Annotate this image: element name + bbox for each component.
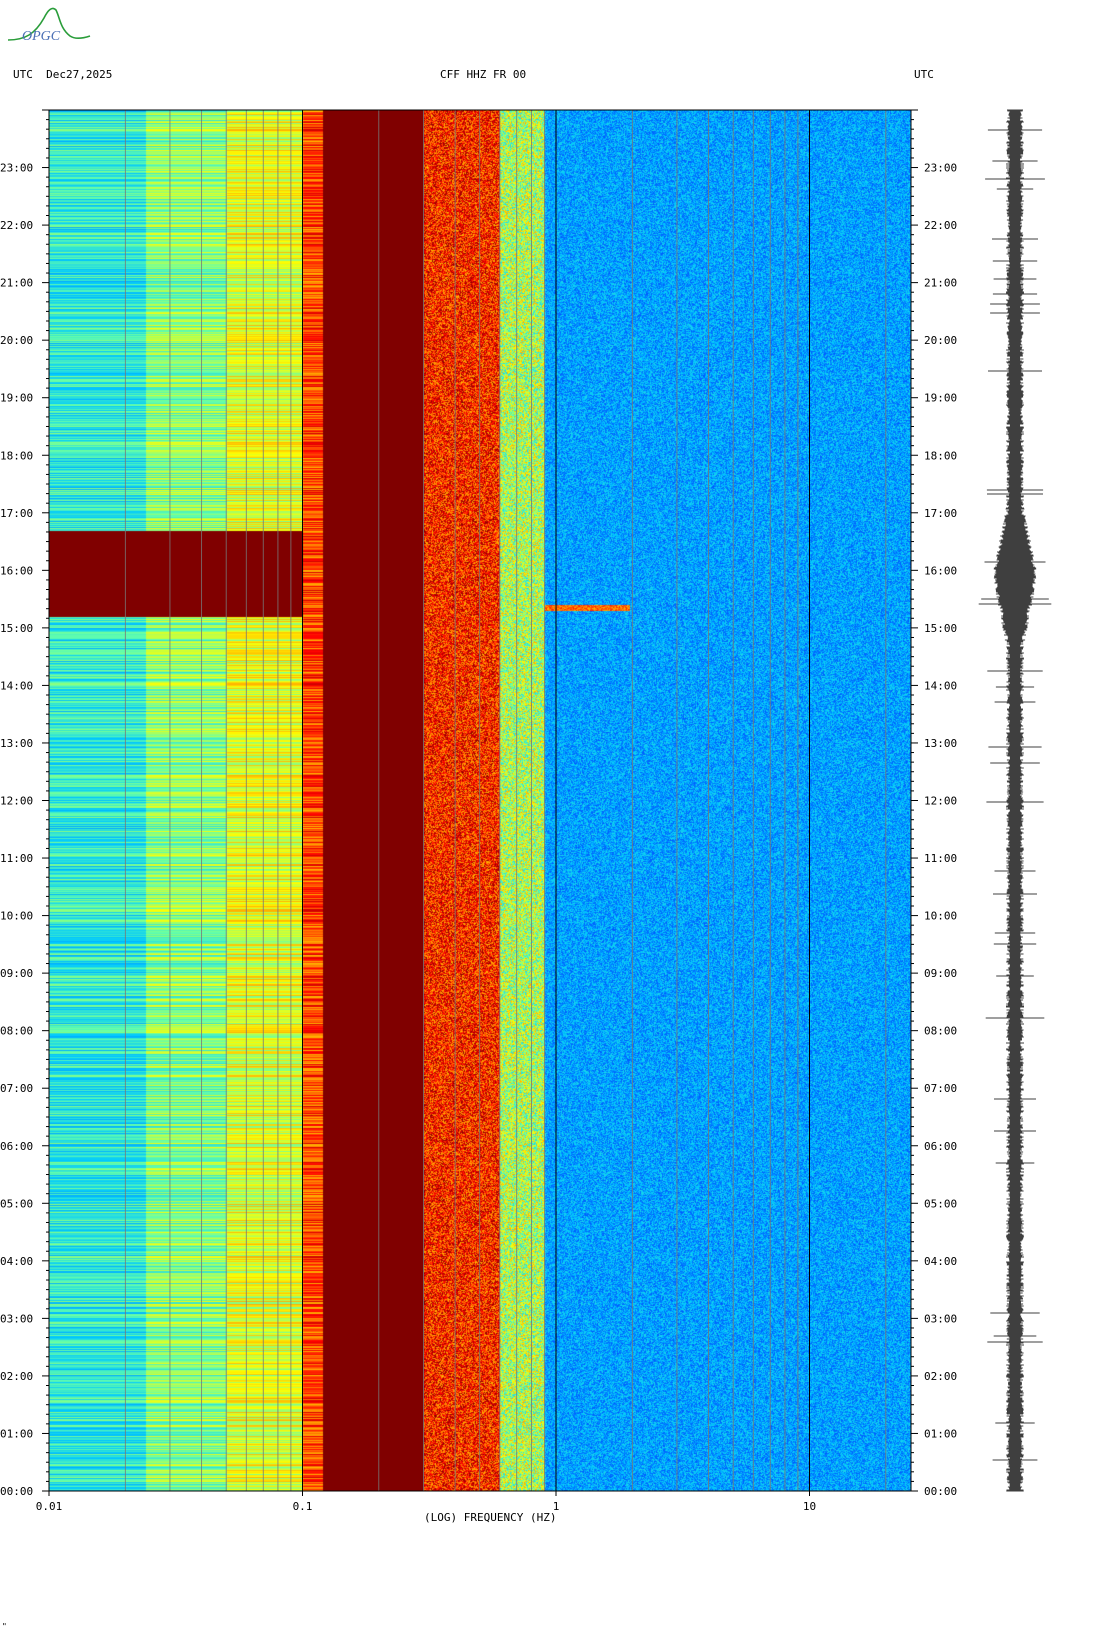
y-axis-left: 00:00 01:00 02:00 03:00 04:00 05:00 06:00 07:00… <box>0 109 49 1498</box>
y-tick-label-left: 23:00 <box>0 162 33 175</box>
y-tick-label-right: 04:00 <box>924 1255 957 1268</box>
y-tick-label-right: 01:00 <box>924 1427 957 1440</box>
y-tick-label-right: 05:00 <box>924 1197 957 1210</box>
x-tick-label: 0.01 <box>36 1500 63 1513</box>
y-tick-label-right: 17:00 <box>924 507 957 520</box>
y-tick-label-right: 22:00 <box>924 219 957 232</box>
y-tick-label-right: 06:00 <box>924 1140 957 1153</box>
y-tick-label-left: 08:00 <box>0 1025 33 1038</box>
y-tick-label-left: 11:00 <box>0 852 33 865</box>
x-tick-label: 10 <box>803 1500 816 1513</box>
y-tick-label-right: 12:00 <box>924 795 957 808</box>
x-axis: 0.01 0.1 1 10 <box>36 1491 816 1513</box>
header-utc-right: UTC <box>914 68 934 81</box>
y-tick-label-left: 07:00 <box>0 1082 33 1095</box>
y-tick-label-left: 15:00 <box>0 622 33 635</box>
y-tick-label-right: 10:00 <box>924 910 957 923</box>
y-tick-label-left: 19:00 <box>0 392 33 405</box>
header-date: UTC Dec27,2025 <box>13 68 112 81</box>
y-tick-label-right: 02:00 <box>924 1370 957 1383</box>
y-tick-label-right: 20:00 <box>924 334 957 347</box>
y-tick-label-left: 04:00 <box>0 1255 33 1268</box>
y-tick-label-left: 00:00 <box>0 1485 33 1498</box>
y-tick-label-left: 13:00 <box>0 737 33 750</box>
y-tick-label-right: 09:00 <box>924 967 957 980</box>
y-tick-label-left: 17:00 <box>0 507 33 520</box>
y-tick-label-right: 18:00 <box>924 449 957 462</box>
y-tick-label-left: 09:00 <box>0 967 33 980</box>
x-tick-label: 0.1 <box>293 1500 313 1513</box>
x-axis-label: (LOG) FREQUENCY (HZ) <box>424 1511 556 1524</box>
opgc-logo: OPGC <box>7 7 91 44</box>
y-tick-label-left: 16:00 <box>0 564 33 577</box>
y-tick-label-right: 08:00 <box>924 1025 957 1038</box>
y-tick-label-left: 01:00 <box>0 1427 33 1440</box>
y-tick-label-left: 18:00 <box>0 449 33 462</box>
y-tick-label-left: 20:00 <box>0 334 33 347</box>
y-tick-label-right: 19:00 <box>924 392 957 405</box>
y-tick-label-right: 15:00 <box>924 622 957 635</box>
y-tick-label-right: 23:00 <box>924 162 957 175</box>
header-station: CFF HHZ FR 00 <box>440 68 526 81</box>
y-tick-label-right: 13:00 <box>924 737 957 750</box>
y-tick-label-left: 03:00 <box>0 1312 33 1325</box>
y-tick-label-right: 16:00 <box>924 564 957 577</box>
y-tick-label-left: 10:00 <box>0 910 33 923</box>
y-tick-label-left: 12:00 <box>0 795 33 808</box>
y-tick-label-left: 14:00 <box>0 679 33 692</box>
y-axis-right: 00:00 01:00 02:00 03:00 04:00 05:00 06:00 07:00… <box>911 109 957 1498</box>
y-tick-label-right: 03:00 <box>924 1312 957 1325</box>
y-tick-label-left: 05:00 <box>0 1197 33 1210</box>
y-tick-label-left: 02:00 <box>0 1370 33 1383</box>
y-tick-label-right: 21:00 <box>924 277 957 290</box>
y-tick-label-right: 11:00 <box>924 852 957 865</box>
spectrogram-figure: OPGC UTC Dec27,2025 CFF HHZ FR 00 UTC 00… <box>0 7 1052 1524</box>
y-tick-label-right: 07:00 <box>924 1082 957 1095</box>
logo-text: OPGC <box>22 29 61 44</box>
seismogram-trace <box>978 109 1052 1492</box>
footer-mark: " <box>2 1622 7 1631</box>
y-tick-label-right: 00:00 <box>924 1485 957 1498</box>
y-tick-label-left: 22:00 <box>0 219 33 232</box>
y-tick-label-left: 06:00 <box>0 1140 33 1153</box>
y-tick-label-right: 14:00 <box>924 679 957 692</box>
y-tick-label-left: 21:00 <box>0 277 33 290</box>
